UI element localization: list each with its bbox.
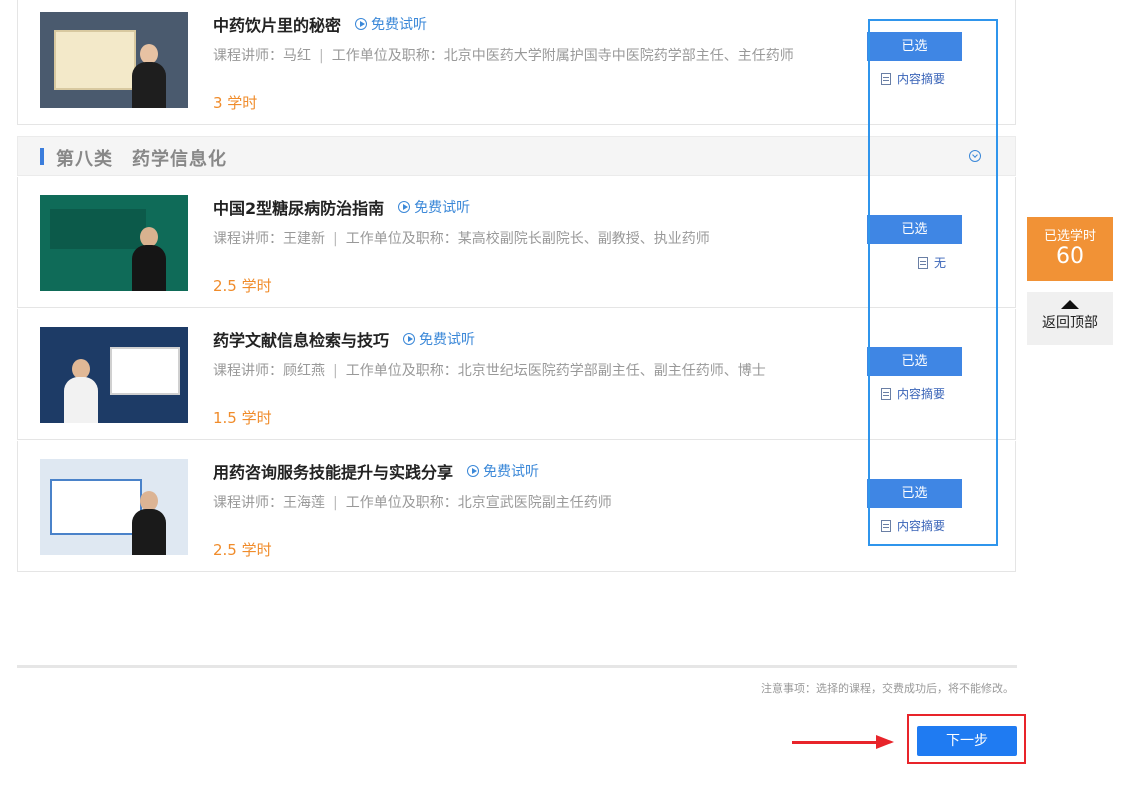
course-title-text[interactable]: 中国2型糖尿病防治指南 bbox=[213, 195, 384, 219]
course-hours: 2.5 学时 bbox=[213, 541, 272, 559]
course-title[interactable]: 用药咨询服务技能提升与实践分享 免费试听 bbox=[213, 459, 539, 483]
summary-label: 无 bbox=[934, 256, 947, 270]
play-icon bbox=[355, 18, 368, 30]
meta-separator: | bbox=[319, 48, 324, 64]
free-trial-link[interactable]: 免费试听 bbox=[467, 461, 539, 481]
selected-hours-panel: 已选学时 60 bbox=[1027, 217, 1113, 281]
lecturer: 课程讲师：王海莲 bbox=[213, 495, 325, 511]
summary-link[interactable]: 内容摘要 bbox=[881, 385, 945, 402]
selected-button[interactable]: 已选 bbox=[867, 215, 962, 244]
organization: 工作单位及职称：某高校副院长副院长、副教授、执业药师 bbox=[345, 231, 710, 247]
course-thumbnail[interactable] bbox=[40, 195, 188, 291]
summary-link[interactable]: 内容摘要 bbox=[881, 70, 945, 87]
lecturer: 课程讲师：马红 bbox=[213, 48, 311, 64]
document-icon bbox=[881, 519, 891, 532]
free-trial-label: 免费试听 bbox=[414, 200, 471, 216]
arrow-right-icon bbox=[876, 735, 894, 749]
course-meta: 课程讲师：马红 | 工作单位及职称：北京中医药大学附属护国寺中医院药学部主任、主任药… bbox=[213, 45, 794, 65]
play-icon bbox=[398, 201, 411, 213]
summary-label: 内容摘要 bbox=[897, 519, 946, 533]
course-card: 中药饮片里的秘密 免费试听 课程讲师：马红 | 工作单位及职称：北京中医药大学附属护… bbox=[17, 0, 1016, 125]
back-to-top-label: 返回顶部 bbox=[1042, 315, 1098, 331]
document-icon bbox=[881, 72, 891, 85]
lecturer: 课程讲师：王建新 bbox=[213, 231, 325, 247]
course-hours: 1.5 学时 bbox=[213, 409, 272, 427]
free-trial-link[interactable]: 免费试听 bbox=[398, 197, 470, 217]
footer-divider bbox=[17, 665, 1017, 668]
course-thumbnail[interactable] bbox=[40, 12, 188, 108]
free-trial-label: 免费试听 bbox=[371, 17, 428, 33]
course-hours: 2.5 学时 bbox=[213, 277, 272, 295]
meta-separator: | bbox=[333, 495, 338, 511]
selected-hours-value: 60 bbox=[1056, 244, 1084, 269]
organization: 工作单位及职称：北京宣武医院副主任药师 bbox=[345, 495, 612, 511]
course-title[interactable]: 中国2型糖尿病防治指南 免费试听 bbox=[213, 195, 470, 219]
category-header[interactable]: 第八类 药学信息化 bbox=[17, 136, 1016, 176]
course-meta: 课程讲师：王建新 | 工作单位及职称：某高校副院长副院长、副教授、执业药师 bbox=[213, 228, 710, 248]
summary-label: 内容摘要 bbox=[897, 72, 946, 86]
selected-button[interactable]: 已选 bbox=[867, 347, 962, 376]
course-thumbnail[interactable] bbox=[40, 327, 188, 423]
annotation-arrow bbox=[792, 741, 878, 744]
course-title[interactable]: 中药饮片里的秘密 免费试听 bbox=[213, 12, 427, 36]
play-icon bbox=[467, 465, 480, 477]
course-hours: 3 学时 bbox=[213, 94, 258, 112]
course-thumbnail[interactable] bbox=[40, 459, 188, 555]
course-meta: 课程讲师：王海莲 | 工作单位及职称：北京宣武医院副主任药师 bbox=[213, 492, 612, 512]
organization: 工作单位及职称：北京中医药大学附属护国寺中医院药学部主任、主任药师 bbox=[331, 48, 794, 64]
summary-link[interactable]: 内容摘要 bbox=[881, 517, 945, 534]
free-trial-label: 免费试听 bbox=[419, 332, 476, 348]
course-meta: 课程讲师：顾红燕 | 工作单位及职称：北京世纪坛医院药学部副主任、副主任药师、博士 bbox=[213, 360, 766, 380]
selected-button[interactable]: 已选 bbox=[867, 32, 962, 61]
free-trial-label: 免费试听 bbox=[483, 464, 540, 480]
notice-text: 注意事项：选择的课程，交费成功后，将不能修改。 bbox=[761, 682, 1014, 695]
meta-separator: | bbox=[333, 363, 338, 379]
course-title-text[interactable]: 中药饮片里的秘密 bbox=[213, 12, 341, 36]
document-icon bbox=[881, 387, 891, 400]
summary-link[interactable]: 无 bbox=[918, 254, 946, 271]
selected-button[interactable]: 已选 bbox=[867, 479, 962, 508]
document-icon bbox=[918, 256, 928, 269]
category-accent-bar bbox=[40, 148, 44, 165]
meta-separator: | bbox=[333, 231, 338, 247]
back-to-top-button[interactable]: 返回顶部 bbox=[1027, 292, 1113, 345]
play-icon bbox=[403, 333, 416, 345]
lecturer: 课程讲师：顾红燕 bbox=[213, 363, 325, 379]
free-trial-link[interactable]: 免费试听 bbox=[403, 329, 475, 349]
organization: 工作单位及职称：北京世纪坛医院药学部副主任、副主任药师、博士 bbox=[345, 363, 766, 379]
course-title-text[interactable]: 药学文献信息检索与技巧 bbox=[213, 327, 389, 351]
selected-hours-label: 已选学时 bbox=[1043, 229, 1096, 244]
course-title[interactable]: 药学文献信息检索与技巧 免费试听 bbox=[213, 327, 475, 351]
arrow-up-icon bbox=[1061, 300, 1079, 309]
chevron-down-icon[interactable] bbox=[969, 150, 981, 162]
course-title-text[interactable]: 用药咨询服务技能提升与实践分享 bbox=[213, 459, 453, 483]
summary-label: 内容摘要 bbox=[897, 387, 946, 401]
category-title: 第八类 药学信息化 bbox=[56, 149, 227, 170]
free-trial-link[interactable]: 免费试听 bbox=[355, 14, 427, 34]
next-step-button[interactable]: 下一步 bbox=[917, 726, 1017, 756]
